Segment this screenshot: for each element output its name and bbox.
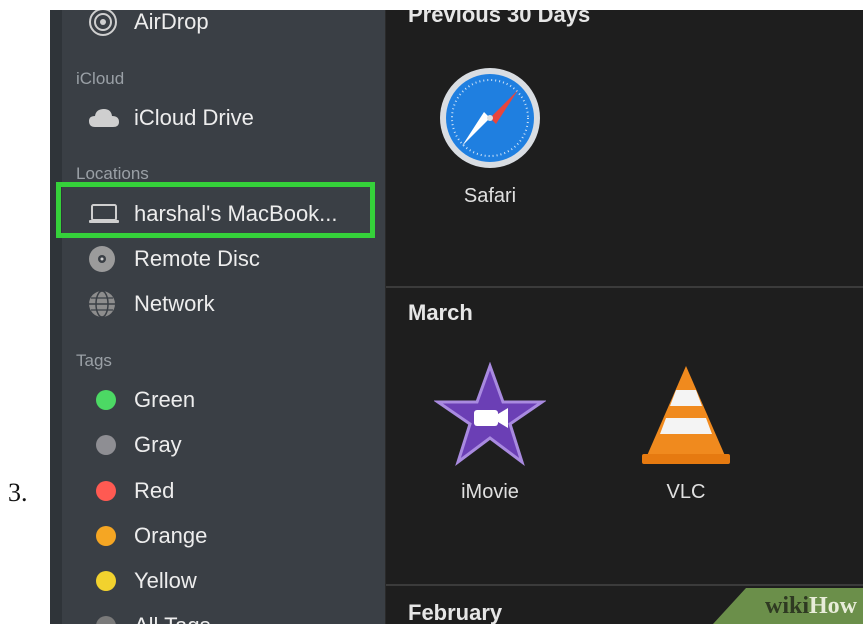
cloud-icon [88, 104, 122, 132]
all-tags-icon [88, 612, 122, 624]
globe-icon [88, 290, 122, 318]
sidebar-item-label: iCloud Drive [134, 105, 254, 130]
sidebar-item-airdrop[interactable]: AirDrop [88, 10, 209, 42]
imovie-icon [433, 361, 547, 467]
airdrop-icon [88, 10, 122, 36]
finder-window: AirDrop iCloud iCloud Drive Locations ha… [50, 10, 863, 624]
section-heading: February [408, 600, 503, 624]
sidebar-edge [50, 10, 62, 624]
section-title-icloud: iCloud [76, 69, 125, 88]
tag-dot-icon [88, 522, 122, 550]
app-imovie[interactable]: iMovie [420, 361, 560, 504]
section-title-locations: Locations [76, 164, 149, 183]
sidebar-item-all-tags[interactable]: All Tags... [88, 606, 229, 624]
tag-item-yellow[interactable]: Yellow [88, 561, 197, 601]
section-heading: Previous 30 Days [408, 10, 591, 27]
tag-label: Yellow [134, 568, 197, 593]
tag-item-green[interactable]: Green [88, 380, 195, 420]
section-title-tags: Tags [76, 351, 112, 370]
section-heading: March [408, 300, 473, 325]
tag-item-red[interactable]: Red [88, 471, 174, 511]
disc-icon [88, 245, 122, 273]
sidebar-item-label: All Tags... [134, 613, 229, 624]
sidebar: AirDrop iCloud iCloud Drive Locations ha… [50, 10, 386, 624]
tag-label: Green [134, 387, 196, 412]
watermark-wiki: wiki [764, 592, 809, 619]
tag-dot-icon [88, 386, 122, 414]
tag-dot-icon [88, 431, 122, 459]
sidebar-item-label: Remote Disc [134, 246, 260, 271]
sidebar-item-label: Network [134, 291, 215, 316]
sidebar-item-label: AirDrop [134, 10, 209, 34]
app-label: iMovie [461, 481, 519, 503]
step-number: 3. [8, 478, 28, 507]
tag-label: Red [134, 478, 175, 503]
vlc-icon [642, 366, 730, 464]
divider [386, 286, 863, 288]
sidebar-item-network[interactable]: Network [88, 284, 215, 324]
divider [386, 584, 863, 586]
app-vlc[interactable]: VLC [616, 362, 756, 504]
tag-label: Gray [134, 432, 182, 457]
highlight-box [56, 182, 375, 238]
watermark-how: How [809, 592, 857, 619]
tag-dot-icon [88, 477, 122, 505]
content-area: Previous 30 Days Safari March iMovie VLC… [386, 10, 863, 624]
sidebar-item-remote-disc[interactable]: Remote Disc [88, 239, 260, 279]
wikihow-watermark: wiki How [713, 588, 863, 624]
app-safari[interactable]: Safari [420, 66, 560, 208]
sidebar-item-icloud-drive[interactable]: iCloud Drive [88, 98, 254, 138]
app-label: VLC [666, 481, 706, 503]
safari-icon [440, 68, 540, 168]
tag-label: Orange [134, 523, 208, 548]
tag-item-gray[interactable]: Gray [88, 425, 182, 465]
app-label: Safari [463, 185, 517, 207]
tag-item-orange[interactable]: Orange [88, 516, 207, 556]
tag-dot-icon [88, 567, 122, 595]
